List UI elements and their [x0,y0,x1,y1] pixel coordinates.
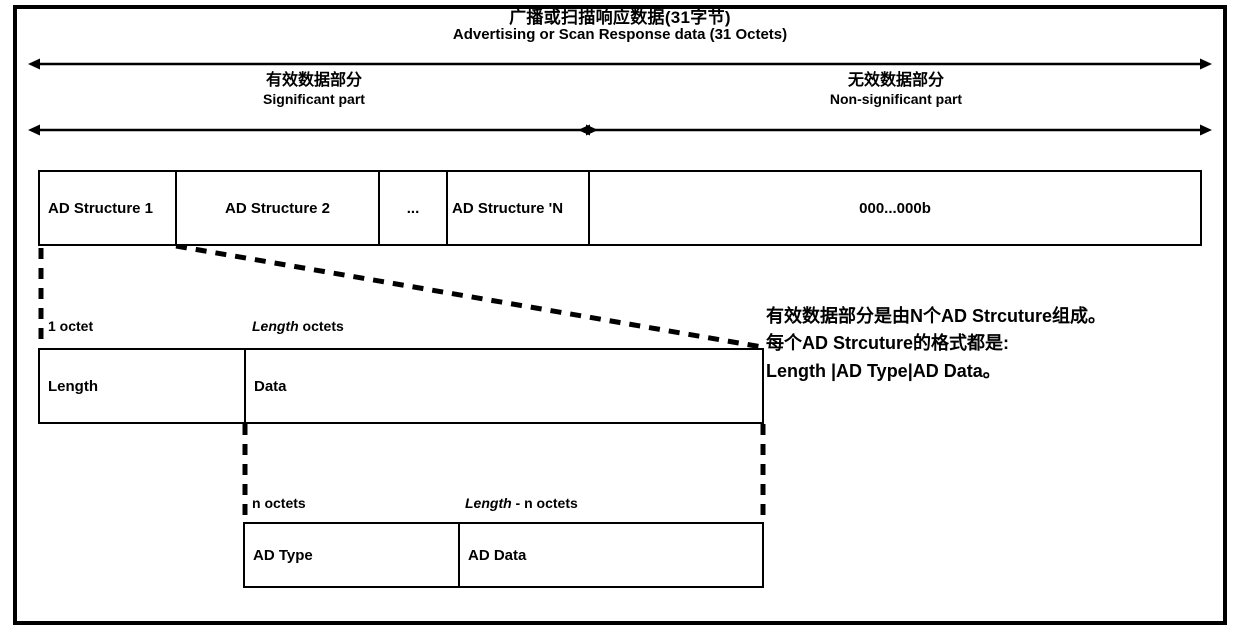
diagram-title: 广播或扫描响应数据(31字节) Advertising or Scan Resp… [40,8,1200,44]
caption-length-octets-italic: Length [252,318,299,334]
cell-ad-structure-1: AD Structure 1 [40,172,177,244]
caption-length-minus-n-octets: Length - n octets [465,495,578,511]
non-significant-part-label: 无效数据部分 Non-significant part [592,72,1200,107]
caption-n-octets-text: n octets [252,495,306,511]
caption-length-octets-text: octets [298,318,344,334]
caption-length-octets: Length octets [252,318,344,334]
cell-ad-structure-n: AD Structure 'N [448,172,590,244]
diagram-title-en: Advertising or Scan Response data (31 Oc… [452,26,788,44]
non-significant-part-label-cn: 无效数据部分 [847,72,944,89]
cell-data: Data [254,377,287,395]
non-significant-part-label-en: Non-significant part [829,90,963,107]
payload-table: AD Structure 1 AD Structure 2 ... AD Str… [38,170,1202,246]
caption-n-octets: n octets [252,495,306,511]
significant-part-label: 有效数据部分 Significant part [40,72,588,107]
caption-1-octet: 1 octet [48,318,93,334]
cell-length: Length [40,350,246,422]
diagram-title-cn: 广播或扫描响应数据(31字节) [509,8,731,27]
ad-data-table: AD Type AD Data [243,522,764,588]
ad-structure-table: Length Data [38,348,764,424]
cell-ad-structure-2: AD Structure 2 [177,172,380,244]
caption-length-minus-n-text: - n octets [511,495,578,511]
significant-part-label-en: Significant part [263,90,365,107]
caption-1-octet-text: 1 octet [48,318,94,334]
diagram-canvas: 广播或扫描响应数据(31字节) Advertising or Scan Resp… [0,0,1240,638]
caption-length-minus-n-italic: Length [465,495,512,511]
cell-non-significant-zeros: 000...000b [859,199,931,217]
cell-ellipsis: ... [380,172,448,244]
cell-ad-type: AD Type [245,524,460,586]
cell-ad-data: AD Data [468,546,527,564]
significant-part-label-cn: 有效数据部分 [265,72,362,89]
annotation-text: 有效数据部分是由N个AD Strcuture组成。 每个AD Strcuture… [766,306,1107,381]
